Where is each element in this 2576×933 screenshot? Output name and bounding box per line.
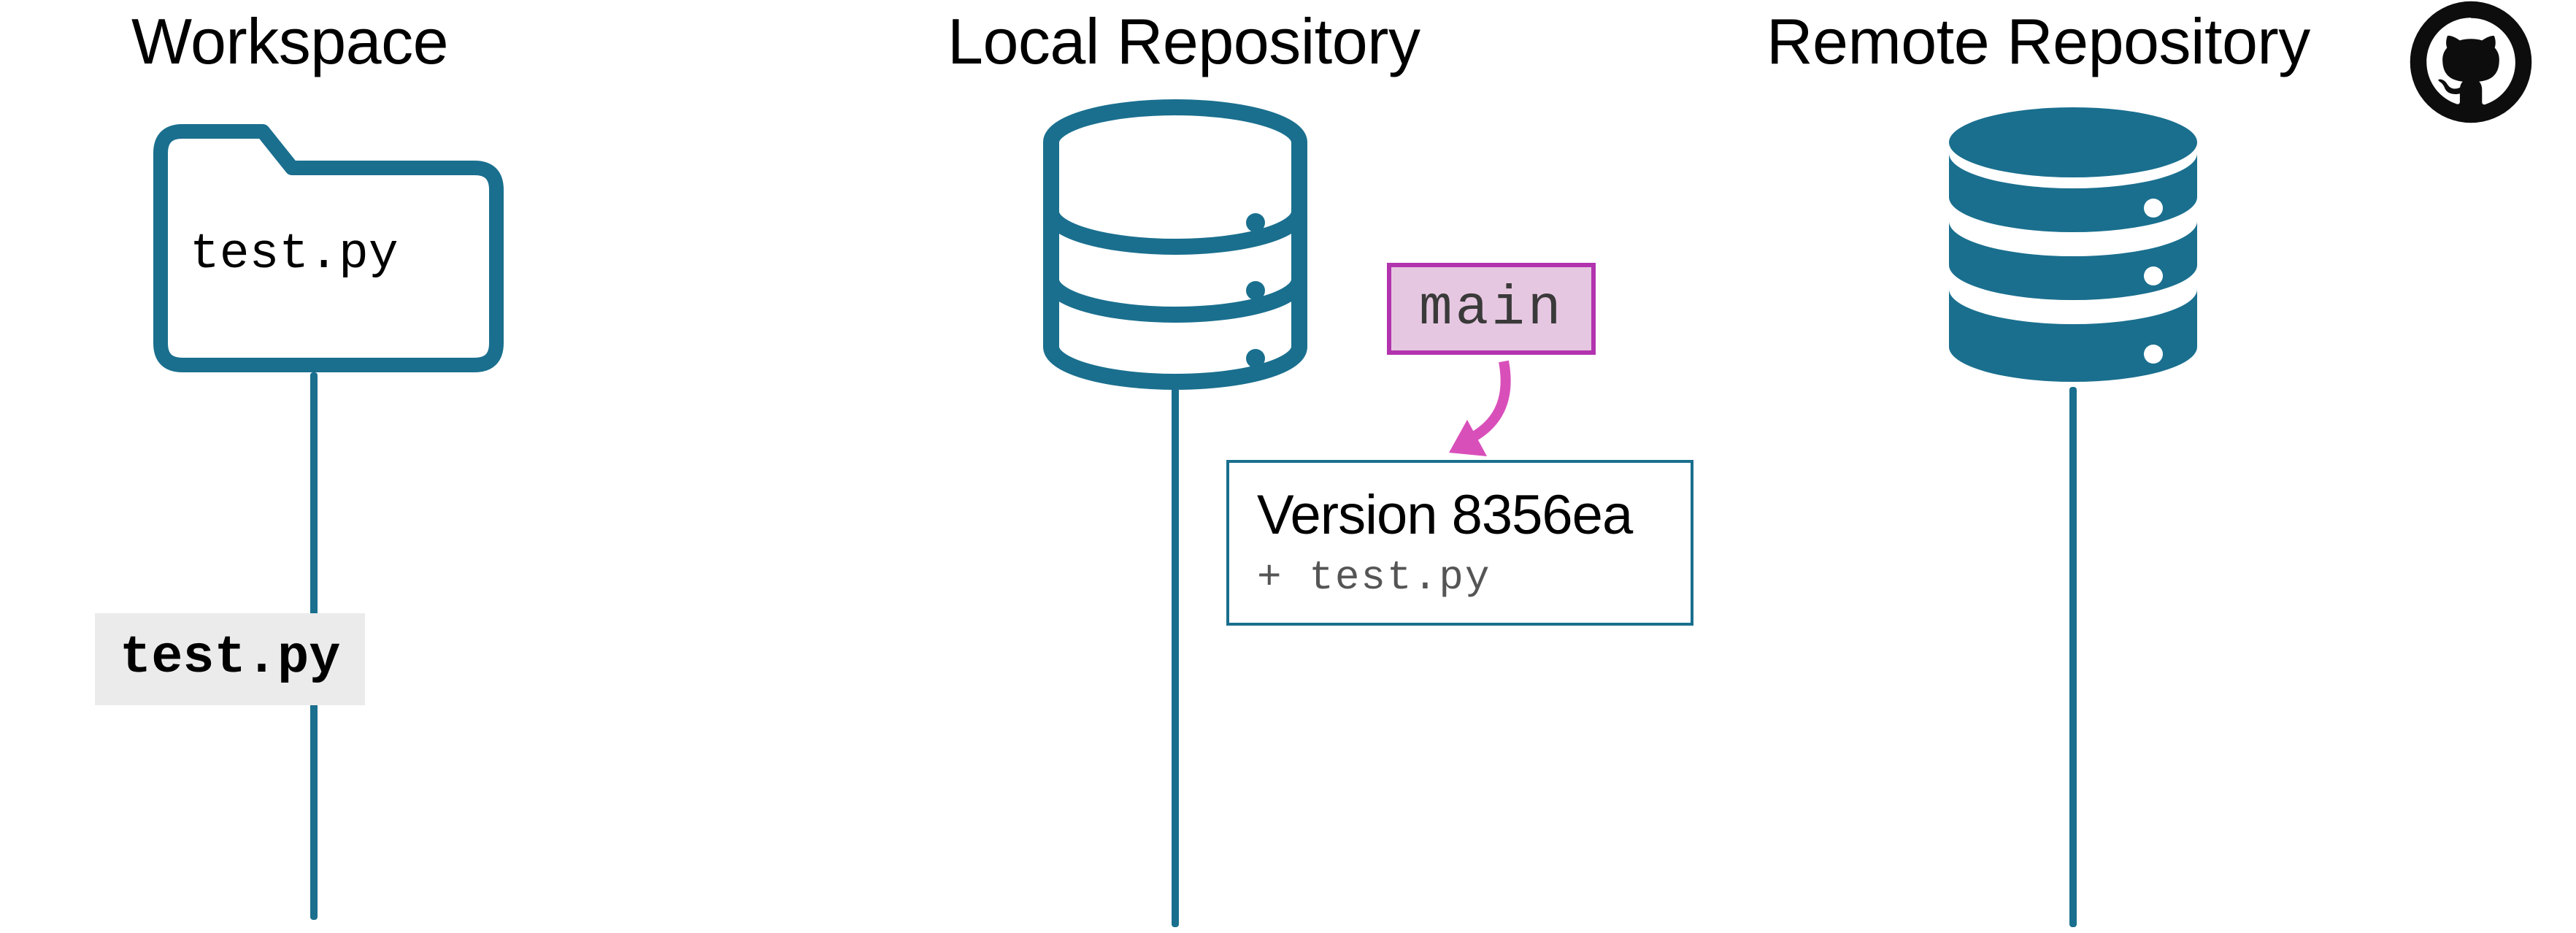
commit-file-label: + test.py [1257,554,1663,601]
commit-box: Version 8356ea + test.py [1226,460,1693,626]
folder-icon: test.py [131,124,511,372]
remote-db-icon [1934,99,2212,391]
remote-title: Remote Repository [1766,4,2310,79]
diagram-canvas: Workspace Local Repository Remote Reposi… [0,0,2576,933]
workspace-file-tag: test.py [95,613,365,705]
local-title: Local Repository [947,4,1420,79]
branch-tag-main: main [1387,263,1596,355]
local-db-icon [1037,99,1314,391]
github-icon [2409,0,2533,128]
commit-version-label: Version 8356ea [1257,483,1663,547]
local-timeline [1172,387,1179,927]
workspace-title: Workspace [131,4,448,79]
folder-file-label: test.py [190,226,399,283]
remote-timeline [2069,387,2077,927]
